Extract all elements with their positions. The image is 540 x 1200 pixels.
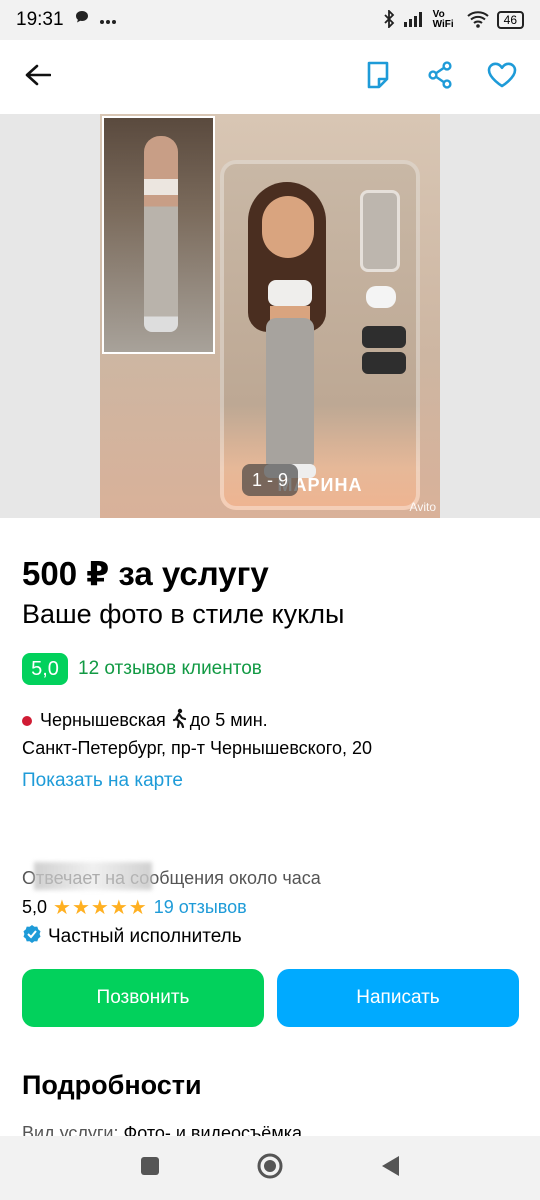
home-button[interactable] [250, 1148, 290, 1188]
reviews-link[interactable]: 12 отзывов клиентов [78, 658, 262, 680]
bluetooth-icon [383, 8, 395, 31]
more-dots-icon [99, 9, 116, 31]
earbuds-accessory [366, 286, 396, 308]
metro-row: Чернышевская до 5 мин. [22, 708, 268, 733]
app-bar [0, 40, 540, 114]
recents-button[interactable] [130, 1148, 170, 1188]
details-heading: Подробности [22, 1070, 202, 1100]
doll-box-illustration: МАРИНА [220, 160, 420, 510]
avito-watermark: Avito [409, 500, 436, 514]
status-left: 19:31 [16, 9, 116, 31]
metro-line-dot [22, 715, 32, 726]
heart-icon [487, 62, 517, 93]
walking-icon [170, 708, 188, 733]
rating-row: 5,0 12 отзывов клиентов [22, 653, 262, 685]
signal-icon [403, 11, 425, 30]
reference-figure [144, 136, 178, 332]
status-right: Vo WiFi 46 [383, 8, 524, 31]
back-button[interactable] [18, 57, 58, 97]
seller-name-blur [34, 862, 152, 890]
photo-counter: 1 - 9 [242, 464, 298, 496]
response-time: Отвечает на сообщения около часа [22, 862, 321, 890]
star-rating-icon: ★★★★★ [53, 897, 148, 919]
vowifi-icon: Vo WiFi [432, 9, 454, 30]
phone-accessory [360, 190, 400, 272]
seller-rating-value: 5,0 [22, 897, 48, 917]
favorite-button[interactable] [482, 57, 522, 97]
call-button[interactable]: Позвонить [22, 969, 264, 1027]
walk-time: до 5 мин. [189, 710, 268, 730]
show-on-map-link[interactable]: Показать на карте [22, 770, 183, 792]
back-nav-button[interactable] [370, 1148, 410, 1188]
doll-figure [244, 182, 344, 482]
metro-station: Чернышевская [40, 710, 166, 730]
listing-title: Ваше фото в стиле куклы [22, 599, 345, 629]
share-button[interactable] [420, 57, 460, 97]
seller-type-row: Частный исполнитель [22, 924, 242, 950]
dumbbell-accessory [362, 352, 406, 374]
seller-type: Частный исполнитель [48, 926, 242, 947]
seller-reviews-link[interactable]: 19 отзывов [154, 897, 247, 918]
reference-photo [102, 116, 215, 354]
seller-rating-row: 5,0 ★★★★★ 19 отзывов [22, 895, 247, 920]
rating-badge: 5,0 [22, 653, 68, 685]
price: 500 ₽ за услугу [22, 555, 269, 592]
battery-indicator: 46 [496, 11, 524, 29]
status-time: 19:31 [16, 9, 64, 30]
service-type-value: Фото- и видеосъёмка [123, 1123, 302, 1137]
square-icon [140, 1156, 160, 1181]
wifi-icon [466, 10, 489, 31]
share-icon [427, 60, 453, 94]
app-bar-actions [358, 57, 522, 97]
service-type-row: Вид услуги: Фото- и видеосъёмка [22, 1123, 302, 1137]
status-bar: 19:31 Vo WiFi 46 [0, 0, 540, 40]
photo-gallery[interactable]: МАРИНА Avito [0, 114, 540, 518]
address: Санкт-Петербург, пр-т Чернышевского, 20 [22, 738, 372, 758]
system-nav-bar [0, 1136, 540, 1200]
verified-badge-icon [22, 924, 42, 950]
triangle-back-icon [380, 1155, 400, 1182]
dumbbell-accessory [362, 326, 406, 348]
note-icon [366, 61, 390, 94]
write-button[interactable]: Написать [277, 969, 519, 1027]
home-circle-icon [256, 1152, 284, 1185]
service-type-label: Вид услуги: [22, 1123, 119, 1137]
chat-bubble-icon [74, 9, 90, 31]
arrow-left-icon [25, 64, 52, 91]
note-button[interactable] [358, 57, 398, 97]
